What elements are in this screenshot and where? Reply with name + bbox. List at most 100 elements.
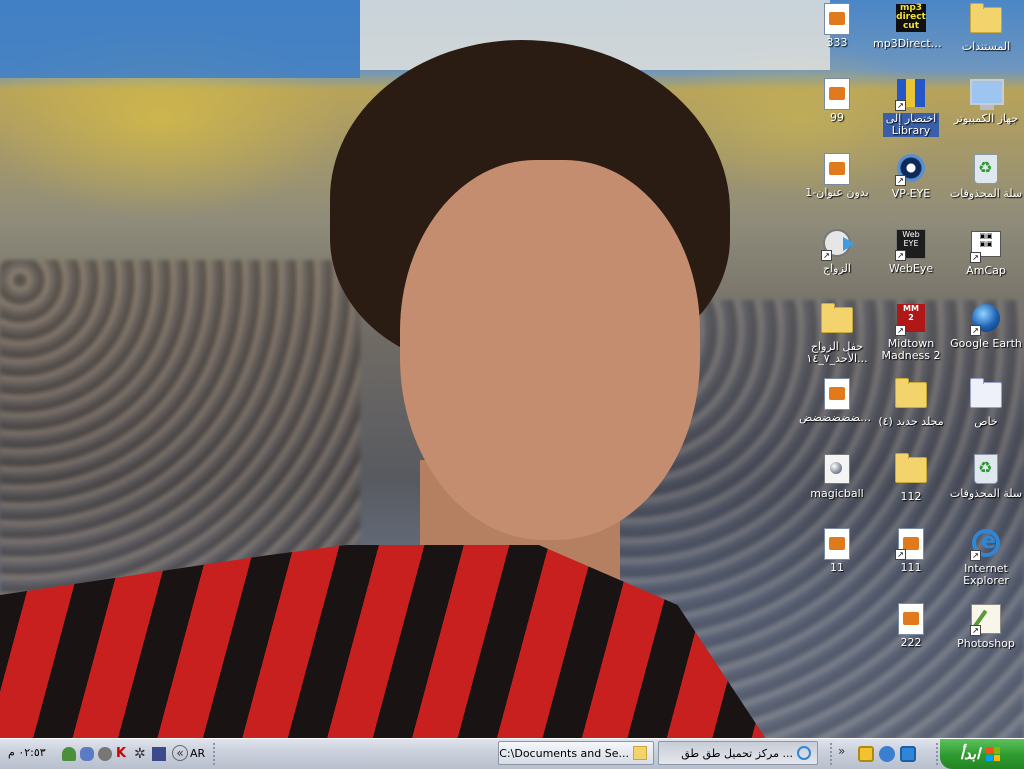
icon-label: جهاز الكمبيوتر xyxy=(953,113,1019,125)
folder-icon xyxy=(895,378,927,414)
icon-label: خاص xyxy=(974,416,998,428)
desktop-icon-magicball[interactable]: magicball xyxy=(799,452,875,500)
tray-mouse-icon[interactable] xyxy=(80,747,94,761)
desktop-icon-documents[interactable]: المستندات xyxy=(948,2,1024,53)
desktop-icon-99[interactable]: 99 xyxy=(799,77,875,124)
desktop-icon-my-computer[interactable]: جهاز الكمبيوتر xyxy=(948,77,1024,125)
icon-label: Midtown Madness 2 xyxy=(881,338,941,362)
taskbar-separator xyxy=(936,743,938,765)
quick-launch-media-player-icon[interactable] xyxy=(879,746,895,762)
tray-user-icon[interactable] xyxy=(62,747,76,761)
desktop-icon-222[interactable]: 222 xyxy=(873,602,949,649)
icon-label: 112 xyxy=(900,491,922,503)
icon-label: magicball xyxy=(810,488,864,500)
icon-label: الزواج xyxy=(823,263,851,275)
icon-label: Google Earth xyxy=(950,338,1022,350)
desktop-icon-untitled-1[interactable]: بدون عنوان-1 xyxy=(799,152,875,199)
desktop-icon-photoshop[interactable]: ↗ Photoshop xyxy=(948,602,1024,650)
taskbar: ابدأ » مركز تحميل طق طق ... C:\Documents… xyxy=(0,738,1024,769)
desktop-icon-112[interactable]: 112 xyxy=(873,452,949,503)
quick-launch-ie-icon[interactable] xyxy=(900,746,916,762)
icon-label: سلة المحذوفات xyxy=(949,488,1023,500)
tray-star-icon[interactable]: ✲ xyxy=(134,747,148,761)
desktop-icon-new-folder-4[interactable]: (مجلد جديد (٤ xyxy=(873,377,949,428)
language-indicator[interactable]: AR xyxy=(190,747,205,760)
start-button[interactable]: ابدأ xyxy=(940,739,1024,769)
shortcut-arrow-icon: ↗ xyxy=(895,549,906,560)
library-books-icon: ↗ xyxy=(895,79,927,111)
desktop-icon-mp3directcut[interactable]: mp3 direct cut mp3DirectCut xyxy=(873,2,949,50)
desktop-icon-internet-explorer[interactable]: ↗ Internet Explorer xyxy=(948,527,1024,587)
shortcut-arrow-icon: ↗ xyxy=(821,250,832,261)
quick-launch-show-desktop-icon[interactable] xyxy=(858,746,874,762)
document-icon: ↗ xyxy=(895,528,927,560)
task-button-documents-folder[interactable]: C:\Documents and Se... xyxy=(498,741,654,765)
desktop-icon-111[interactable]: ↗ 111 xyxy=(873,527,949,574)
icon-label: بدون عنوان-1 xyxy=(805,187,869,199)
icon-label: حفل الزواج الأحد_٧_١٤... xyxy=(806,341,868,365)
tray-expand-chevron-icon[interactable]: « xyxy=(172,745,188,761)
wallpaper-stadium-banner xyxy=(0,0,360,78)
game-icon: MM 2 ↗ xyxy=(895,304,927,336)
shortcut-arrow-icon: ↗ xyxy=(895,325,906,336)
icon-label: WebEye xyxy=(888,263,934,275)
icon-label: 111 xyxy=(900,562,922,574)
desktop-icon-11[interactable]: 11 xyxy=(799,527,875,574)
desktop-icon-amcap[interactable]: ▣▣ ▣▣ ↗ AmCap xyxy=(948,227,1024,277)
shortcut-arrow-icon: ↗ xyxy=(895,100,906,111)
globe-icon: ↗ xyxy=(970,304,1002,336)
desktop-icon-webeye[interactable]: Web EYE ↗ WebEye xyxy=(873,227,949,275)
icon-label: سلة المحذوفات xyxy=(949,188,1023,200)
task-label: C:\Documents and Se... xyxy=(499,746,629,760)
folder-icon xyxy=(895,453,927,489)
ie-icon xyxy=(797,746,811,760)
icon-label: 333 xyxy=(826,37,848,49)
shortcut-arrow-icon: ↗ xyxy=(895,250,906,261)
internet-explorer-icon: ↗ xyxy=(970,529,1002,561)
media-player-icon: ↗ xyxy=(821,229,855,261)
icon-label: 222 xyxy=(900,637,922,649)
desktop-icon-hafl-zawaj[interactable]: حفل الزواج الأحد_٧_١٤... xyxy=(799,302,875,365)
shortcut-arrow-icon: ↗ xyxy=(970,550,981,561)
desktop-icon-recycle-bin[interactable]: سلة المحذوفات xyxy=(948,152,1024,200)
document-icon xyxy=(821,378,853,410)
quick-launch-chevron-icon[interactable]: » xyxy=(838,744,845,758)
computer-icon xyxy=(970,79,1004,111)
icon-label: المستندات xyxy=(961,41,1011,53)
desktop-icon-recycle-bin-2[interactable]: سلة المحذوفات xyxy=(948,452,1024,500)
start-label: ابدأ xyxy=(959,745,981,763)
icon-label: اختصار إلى Library xyxy=(883,113,939,137)
desktop-icon-khas[interactable]: خاص xyxy=(948,377,1024,428)
task-label: مركز تحميل طق طق ... xyxy=(681,746,793,760)
recycle-bin-icon xyxy=(970,154,1002,186)
desktop-icon-dhdhdh[interactable]: ضضضضضضض... xyxy=(799,377,875,424)
webcam-icon: Web EYE ↗ xyxy=(895,229,927,261)
desktop-icon-zawaj[interactable]: ↗ الزواج xyxy=(799,227,875,275)
document-icon xyxy=(821,153,853,185)
icon-label: Internet Explorer xyxy=(963,563,1009,587)
desktop-icon-google-earth[interactable]: ↗ Google Earth xyxy=(948,302,1024,350)
taskbar-separator xyxy=(213,743,215,765)
desktop-icon-library-shortcut[interactable]: ↗ اختصار إلى Library xyxy=(873,77,949,137)
clock[interactable]: ٠٢:٥٣ م xyxy=(8,746,46,759)
mp3directcut-icon: mp3 direct cut xyxy=(896,3,926,32)
desktop-icon-midtown-madness-2[interactable]: MM 2 ↗ Midtown Madness 2 xyxy=(873,302,949,362)
tray-network-icon[interactable] xyxy=(152,747,166,761)
icon-label: Photoshop xyxy=(957,638,1015,650)
wallpaper-player-face xyxy=(400,160,700,540)
tray-disc-icon[interactable] xyxy=(98,747,112,761)
magicball-icon xyxy=(821,454,853,486)
document-icon xyxy=(895,603,927,635)
icon-label: ضضضضضضض... xyxy=(799,412,875,424)
task-button-download-center[interactable]: مركز تحميل طق طق ... xyxy=(658,741,818,765)
shortcut-arrow-icon: ↗ xyxy=(895,175,906,186)
tray-kaspersky-icon[interactable]: K xyxy=(116,747,130,761)
icon-label: mp3DirectCut xyxy=(873,38,949,50)
desktop-icon-vp-eye[interactable]: ↗ VP-EYE xyxy=(873,152,949,200)
shortcut-arrow-icon: ↗ xyxy=(970,625,981,636)
recycle-bin-icon xyxy=(970,454,1002,486)
eye-icon: ↗ xyxy=(895,154,927,186)
desktop-icon-333[interactable]: 333 xyxy=(799,2,875,49)
folder-icon xyxy=(821,303,853,339)
document-icon xyxy=(821,528,853,560)
